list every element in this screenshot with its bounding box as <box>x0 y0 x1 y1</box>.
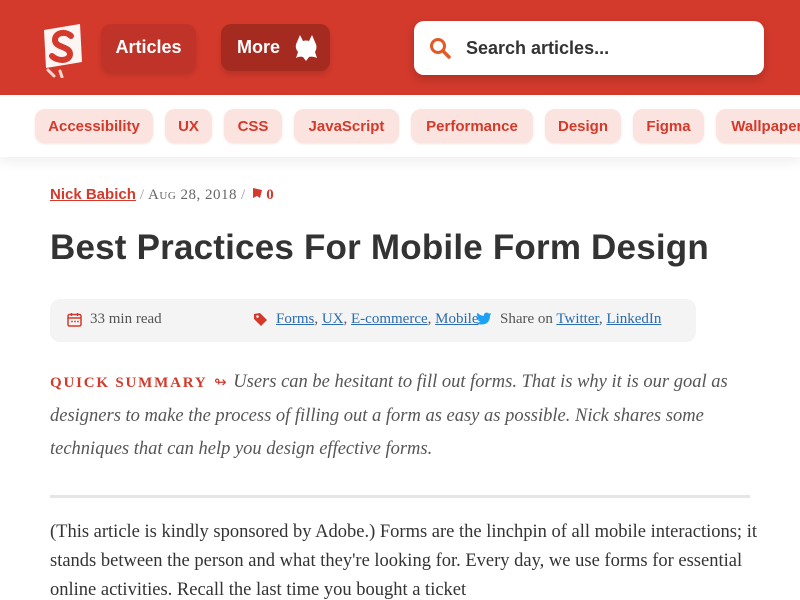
tag-accessibility[interactable]: Accessibility <box>35 109 153 143</box>
topic-link-mobile[interactable]: Mobile <box>435 311 478 327</box>
twitter-icon <box>476 312 492 325</box>
article-meta: Nick Babich / Aug 28, 2018/0 <box>50 186 274 204</box>
topic-link-forms[interactable]: Forms <box>276 311 314 327</box>
section-divider <box>50 495 750 498</box>
tag-javascript[interactable]: JavaScript <box>294 109 399 143</box>
article-body-paragraph: (This article is kindly sponsored by Ado… <box>50 522 757 600</box>
tag-icon <box>254 313 267 326</box>
tag-ux[interactable]: UX <box>165 109 212 143</box>
arrow-icon: ↬ <box>214 375 227 391</box>
comment-icon[interactable] <box>251 187 264 200</box>
topic-link-ecommerce[interactable]: E-commerce <box>351 311 428 327</box>
share-twitter-link[interactable]: Twitter <box>556 311 599 327</box>
topic-link-ux[interactable]: UX <box>322 311 344 327</box>
author-link[interactable]: Nick Babich <box>50 186 136 203</box>
nav-articles-label: Articles <box>115 37 182 57</box>
nav-more-button[interactable]: More <box>221 24 330 71</box>
read-time: 33 min read <box>90 311 162 327</box>
tag-figma[interactable]: Figma <box>633 109 704 143</box>
quick-summary: Quick summary ↬ Users can be hesitant to… <box>50 366 760 466</box>
share-label: Share on <box>500 311 553 327</box>
cat-icon <box>295 35 317 61</box>
tag-performance[interactable]: Performance <box>411 109 533 143</box>
topic-links: Forms, UX, E-commerce, Mobile <box>276 311 479 327</box>
search-icon <box>430 38 451 59</box>
calendar-icon <box>67 313 82 327</box>
smashing-logo-icon[interactable] <box>38 22 86 78</box>
article-info-box: 33 min read Forms, UX, E-commerce, Mobil… <box>50 299 696 342</box>
page-title: Best Practices For Mobile Form Design <box>50 228 709 267</box>
search-box[interactable] <box>414 21 764 75</box>
tag-css[interactable]: CSS <box>224 109 282 143</box>
nav-more-label: More <box>237 37 281 57</box>
site-header: Articles More <box>0 0 800 95</box>
share-linkedin-link[interactable]: LinkedIn <box>606 311 661 327</box>
topic-tag-bar: Accessibility UX CSS JavaScript Performa… <box>0 95 800 157</box>
publish-date: Aug 28, 2018 <box>148 187 238 203</box>
meta-separator: / <box>139 187 145 203</box>
tag-wallpapers[interactable]: Wallpapers <box>716 109 800 143</box>
quick-summary-label: Quick summary <box>50 375 208 391</box>
comment-count[interactable]: 0 <box>266 187 274 203</box>
meta-separator: / <box>241 187 246 203</box>
nav-articles-button[interactable]: Articles <box>101 24 196 71</box>
search-input[interactable] <box>466 31 751 65</box>
tag-design[interactable]: Design <box>545 109 621 143</box>
share-links: Share on Twitter, LinkedIn <box>500 311 662 327</box>
